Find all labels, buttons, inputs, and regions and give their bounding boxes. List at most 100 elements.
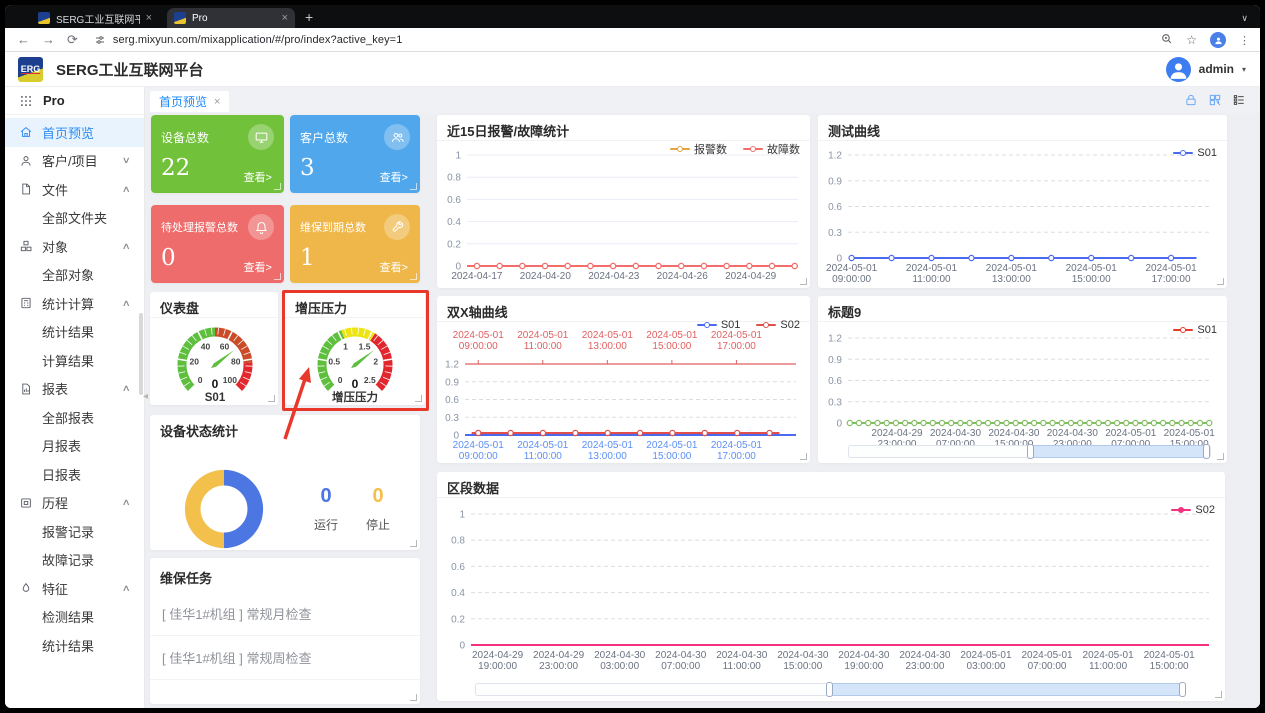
legend-item[interactable]: S01 (1173, 147, 1217, 159)
site-settings-icon[interactable] (94, 34, 106, 46)
stat-card-total-customers[interactable]: 客户总数 3 查看> (290, 115, 420, 193)
gauge-dial[interactable]: 0204060801000S01 (150, 318, 278, 405)
svg-text:2024-04-2919:00:00: 2024-04-2919:00:00 (472, 650, 524, 672)
maintenance-task-item[interactable]: [ 佳华1#机组 ] 常规月检查 (150, 592, 420, 636)
svg-text:1.5: 1.5 (359, 341, 371, 351)
new-tab-button[interactable]: + (305, 9, 313, 25)
sidebar-item-8[interactable]: 计算结果 (5, 346, 144, 375)
segment-data-chart[interactable]: 00.20.40.60.812024-04-2919:00:002024-04-… (437, 498, 1225, 701)
tab-list-chevron-icon[interactable]: ∨ (1241, 13, 1248, 24)
sidebar-item-5[interactable]: 全部对象 (5, 261, 144, 290)
tab-close-icon[interactable]: × (282, 12, 288, 24)
sidebar-item-17[interactable]: 检测结果 (5, 603, 144, 632)
datazoom-slider[interactable] (848, 445, 1211, 458)
stat-card-pending-alarms[interactable]: 待处理报警总数 0 查看> (151, 205, 284, 283)
legend-item[interactable]: 报警数 (670, 141, 727, 157)
chart-card-segment-data: 区段数据 00.20.40.60.812024-04-2919:00:00202… (437, 472, 1225, 701)
test-curve-chart[interactable]: 00.30.60.91.22024-05-0109:00:002024-05-0… (818, 141, 1227, 288)
view-link[interactable]: 查看> (244, 169, 272, 185)
browser-tab-serg[interactable]: SERG工业互联网平台 × (31, 8, 159, 28)
sidebar-scrollbar[interactable] (139, 313, 143, 395)
sidebar-item-16[interactable]: 特征∧ (5, 574, 144, 603)
device-status-donut[interactable] (178, 463, 270, 555)
layout-grid-icon[interactable] (1208, 93, 1222, 107)
svg-text:0.9: 0.9 (445, 377, 459, 388)
sidebar-item-label: 首页预览 (42, 123, 94, 142)
sidebar-item-15[interactable]: 故障记录 (5, 546, 144, 575)
legend-item[interactable]: S02 (756, 319, 800, 331)
svg-text:2024-04-3019:00:00: 2024-04-3019:00:00 (838, 650, 890, 672)
datazoom-handle[interactable] (1179, 682, 1186, 697)
workspace-tab-home[interactable]: 首页预览 × (150, 91, 229, 112)
sidebar-item-label: 特征 (42, 579, 68, 598)
alarm-fault-chart[interactable]: 00.20.40.60.812024-04-172024-04-202024-0… (437, 141, 810, 288)
zoom-icon[interactable] (1160, 32, 1173, 48)
sidebar-item-12[interactable]: 日报表 (5, 460, 144, 489)
sidebar-item-label: 文件 (42, 180, 68, 199)
sidebar-item-9[interactable]: 报表∧ (5, 375, 144, 404)
sidebar-item-label: 全部文件夹 (42, 208, 107, 227)
sidebar-item-14[interactable]: 报警记录 (5, 517, 144, 546)
back-button[interactable]: ← (17, 32, 30, 47)
dual-x-axis-chart[interactable]: 00.30.60.91.22024-05-0109:00:002024-05-0… (437, 322, 810, 463)
sidebar-item-11[interactable]: 月报表 (5, 432, 144, 461)
maintenance-task-item[interactable]: [ 佳华1#机组 ] 常规周检查 (150, 636, 420, 680)
legend-item[interactable]: S01 (1173, 324, 1217, 336)
browser-profile-avatar[interactable] (1210, 32, 1226, 48)
username-label[interactable]: admin (1199, 62, 1234, 76)
sidebar-collapse-handle[interactable]: ◂ (143, 391, 148, 402)
sidebar-item-10[interactable]: 全部报表 (5, 403, 144, 432)
sidebar-item-3[interactable]: 全部文件夹 (5, 204, 144, 233)
sidebar-item-label: 对象 (42, 237, 68, 256)
sidebar-item-13[interactable]: 历程∧ (5, 489, 144, 518)
title9-chart[interactable]: 00.30.60.91.22024-04-2923:00:002024-04-3… (818, 322, 1227, 463)
sidebar-item-6[interactable]: 统计计算∧ (5, 289, 144, 318)
lock-icon[interactable] (1184, 93, 1198, 107)
maintenance-tasks-card: 维保任务 [ 佳华1#机组 ] 常规月检查[ 佳华1#机组 ] 常规周检查 (150, 558, 420, 704)
sidebar-item-4[interactable]: 对象∧ (5, 232, 144, 261)
tab-close-icon[interactable]: × (214, 96, 220, 108)
home-icon (19, 125, 33, 139)
stat-card-maintenance-due[interactable]: 维保到期总数 1 查看> (290, 205, 420, 283)
view-link[interactable]: 查看> (380, 169, 408, 185)
sidebar-item-label: 统计结果 (42, 322, 94, 341)
legend-item[interactable]: S02 (1171, 504, 1215, 516)
svg-text:2024-05-0113:00:00: 2024-05-0113:00:00 (582, 440, 634, 462)
svg-text:0.2: 0.2 (451, 614, 465, 625)
view-link[interactable]: 查看> (380, 259, 408, 275)
sidebar-item-18[interactable]: 统计结果 (5, 631, 144, 660)
stat-card-total-devices[interactable]: 设备总数 22 查看> (151, 115, 284, 193)
project-switcher[interactable]: Pro (5, 87, 144, 115)
sidebar-item-0[interactable]: 首页预览 (5, 118, 144, 147)
datazoom-handle[interactable] (826, 682, 833, 697)
sidebar-item-label: 全部报表 (42, 408, 94, 427)
svg-text:2024-05-0117:00:00: 2024-05-0117:00:00 (711, 440, 763, 462)
forward-button[interactable]: → (42, 32, 55, 47)
browser-menu-icon[interactable]: ⋮ (1239, 34, 1250, 47)
datazoom-slider[interactable] (475, 683, 1183, 696)
sidebar-item-1[interactable]: 客户/项目∨ (5, 147, 144, 176)
gauge-title: 增压压力 (285, 292, 425, 318)
datazoom-handle[interactable] (1027, 444, 1034, 459)
wrench-icon (384, 214, 410, 240)
feature-icon (19, 581, 33, 595)
svg-text:0.4: 0.4 (447, 217, 461, 228)
svg-text:1.2: 1.2 (828, 151, 842, 162)
user-avatar[interactable] (1166, 57, 1191, 82)
sidebar-item-label: 日报表 (42, 465, 81, 484)
view-link[interactable]: 查看> (244, 259, 272, 275)
reload-button[interactable]: ⟳ (67, 32, 78, 48)
legend-item[interactable]: S01 (697, 319, 741, 331)
bookmark-star-icon[interactable]: ☆ (1186, 33, 1197, 47)
datazoom-handle[interactable] (1203, 444, 1210, 459)
site-favicon-icon (38, 12, 50, 24)
legend-item[interactable]: 故障数 (743, 141, 800, 157)
list-settings-icon[interactable] (1232, 93, 1246, 107)
user-menu-caret-icon[interactable]: ▾ (1242, 65, 1246, 74)
sidebar-item-7[interactable]: 统计结果 (5, 318, 144, 347)
gauge-dial[interactable]: 00.511.522.50增压压力 (285, 318, 425, 405)
browser-tab-pro[interactable]: Pro × (167, 8, 295, 28)
sidebar-item-2[interactable]: 文件∧ (5, 175, 144, 204)
url-text[interactable]: serg.mixyun.com/mixapplication/#/pro/ind… (113, 34, 403, 46)
tab-close-icon[interactable]: × (146, 12, 152, 24)
